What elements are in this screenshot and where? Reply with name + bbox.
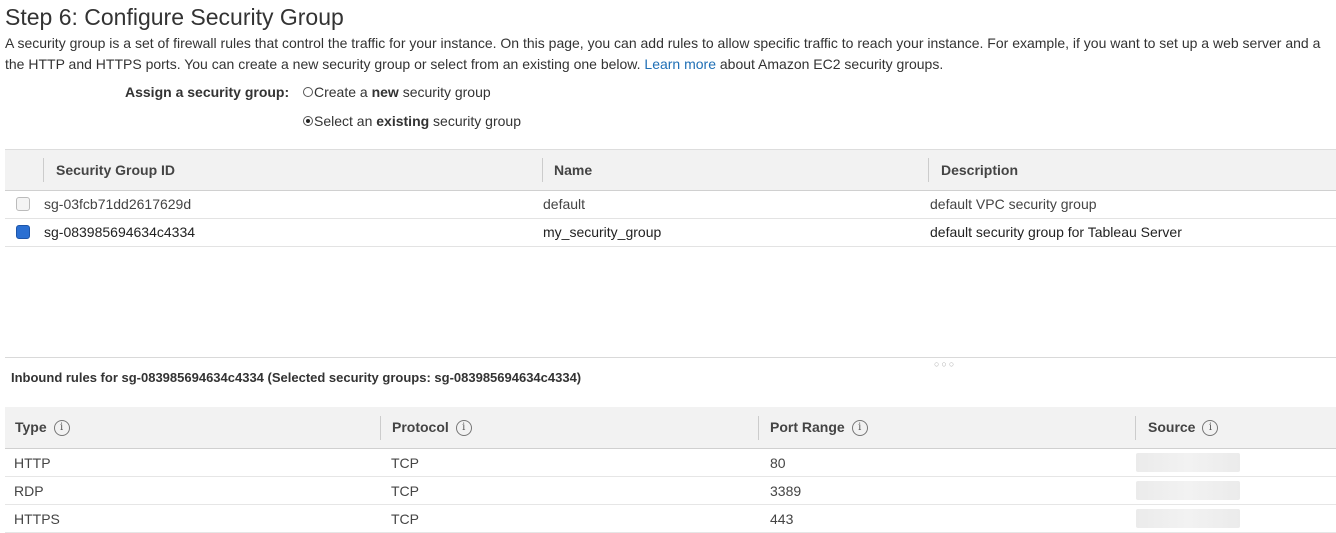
rule-port-cell: 3389 [770, 483, 802, 499]
column-separator[interactable] [43, 158, 44, 182]
security-groups-table: Security Group ID Name Description sg-03… [5, 149, 1336, 247]
intro-text: A security group is a set of firewall ru… [5, 33, 1336, 75]
table-row: HTTPS TCP 443 [5, 505, 1336, 533]
info-icon[interactable]: i [851, 419, 868, 436]
intro-line-2-after: about Amazon EC2 security groups. [716, 56, 944, 72]
rule-source-cell-redacted [1136, 509, 1240, 528]
rule-type-cell: RDP [14, 483, 44, 499]
inbound-rules-table: Type i Protocol i Port Range i Source i HTTP… [5, 407, 1336, 533]
intro-line-1: A security group is a set of firewall ru… [5, 35, 1321, 51]
sg-id-cell: sg-083985694634c4334 [44, 224, 196, 240]
column-separator[interactable] [758, 416, 759, 440]
row-checkbox[interactable] [16, 225, 30, 239]
col-type[interactable]: Type i [15, 407, 70, 448]
col-port-range-label: Port Range [770, 419, 845, 435]
option-emphasis: new [371, 84, 399, 100]
inbound-rules-table-header: Type i Protocol i Port Range i Source i [5, 407, 1336, 449]
intro-line-2: the HTTP and HTTPS ports. You can create… [5, 54, 1336, 75]
rule-type-cell: HTTP [14, 455, 51, 471]
rule-source-cell-redacted [1136, 481, 1240, 500]
column-separator[interactable] [1135, 416, 1136, 440]
rule-source-cell-redacted [1136, 453, 1240, 472]
rule-port-cell: 80 [770, 455, 786, 471]
select-existing-sg-label: Select an existing security group [314, 113, 521, 129]
option-text: security group [398, 84, 491, 100]
intro-line-2-before: the HTTP and HTTPS ports. You can create… [5, 56, 645, 72]
col-source-label: Source [1148, 419, 1196, 435]
sg-name-cell: my_security_group [543, 224, 662, 240]
select-existing-sg-radio[interactable] [303, 116, 313, 126]
resize-grip-icon[interactable]: ○○○ [934, 359, 956, 369]
sg-description-cell: default VPC security group [930, 196, 1097, 212]
col-port-range[interactable]: Port Range i [770, 407, 868, 448]
col-type-label: Type [15, 419, 47, 435]
column-separator[interactable] [542, 158, 543, 182]
row-checkbox[interactable] [16, 197, 30, 211]
create-new-sg-radio[interactable] [303, 87, 313, 97]
col-name[interactable]: Name [554, 150, 592, 190]
create-new-sg-label: Create a new security group [314, 84, 491, 100]
panel-divider[interactable] [5, 357, 1336, 358]
col-source[interactable]: Source i [1148, 407, 1219, 448]
col-protocol-label: Protocol [392, 419, 449, 435]
sg-name-cell: default [543, 196, 586, 212]
info-icon[interactable]: i [1202, 419, 1219, 436]
security-groups-table-header: Security Group ID Name Description [5, 149, 1336, 191]
create-new-sg-option[interactable]: Create a new security group [303, 84, 491, 100]
table-row: RDP TCP 3389 [5, 477, 1336, 505]
info-icon[interactable]: i [455, 419, 472, 436]
select-existing-sg-option[interactable]: Select an existing security group [303, 113, 521, 129]
col-protocol[interactable]: Protocol i [392, 407, 472, 448]
rule-protocol-cell: TCP [391, 511, 419, 527]
option-text: security group [429, 113, 521, 129]
learn-more-link[interactable]: Learn more [644, 56, 716, 72]
rule-protocol-cell: TCP [391, 455, 419, 471]
inbound-rules-title: Inbound rules for sg-083985694634c4334 (… [11, 370, 582, 385]
col-security-group-id[interactable]: Security Group ID [56, 150, 175, 190]
table-row[interactable]: sg-083985694634c4334 my_security_group d… [5, 219, 1336, 247]
option-text: Create a [314, 84, 372, 100]
sg-id-cell: sg-03fcb71dd2617629d [44, 196, 192, 212]
page-title: Step 6: Configure Security Group [5, 4, 344, 30]
option-text: Select an [314, 113, 377, 129]
rule-type-cell: HTTPS [14, 511, 60, 527]
option-emphasis: existing [376, 113, 430, 129]
sg-description-cell: default security group for Tableau Serve… [930, 224, 1182, 240]
assign-security-group-label: Assign a security group: [125, 84, 290, 100]
table-row: HTTP TCP 80 [5, 449, 1336, 477]
column-separator[interactable] [380, 416, 381, 440]
rule-protocol-cell: TCP [391, 483, 419, 499]
table-row[interactable]: sg-03fcb71dd2617629d default default VPC… [5, 191, 1336, 219]
rule-port-cell: 443 [770, 511, 794, 527]
column-separator[interactable] [928, 158, 929, 182]
col-description[interactable]: Description [941, 150, 1018, 190]
info-icon[interactable]: i [53, 419, 70, 436]
